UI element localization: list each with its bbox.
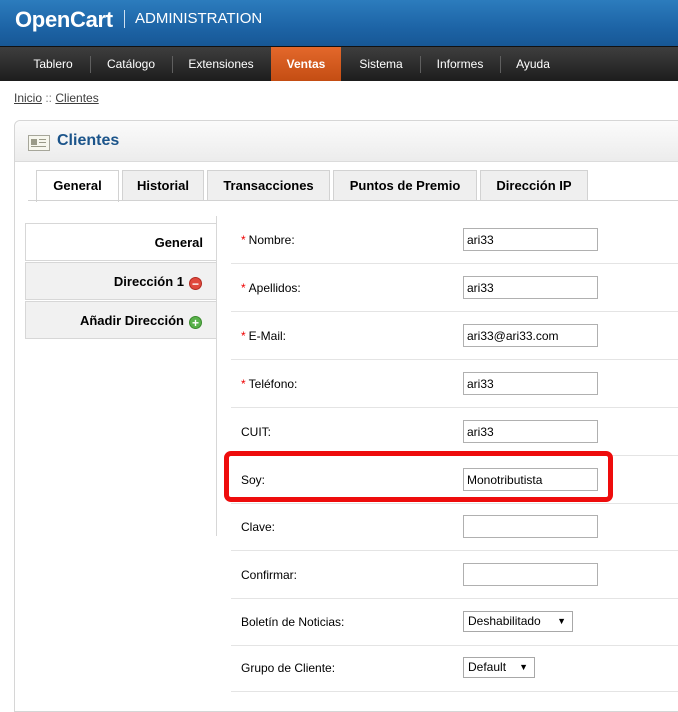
tab-puntos-de-premio[interactable]: Puntos de Premio: [333, 170, 477, 200]
page-title: Clientes: [57, 132, 120, 149]
vtab-anadir-direccion[interactable]: Añadir Dirección +: [25, 301, 217, 339]
row-divider: [231, 359, 678, 360]
boletin-selected-value: Deshabilitado: [468, 614, 541, 628]
dropdown-arrow-icon: ▼: [557, 616, 566, 626]
required-marker: *: [241, 329, 246, 343]
menu-divider: [90, 56, 91, 73]
apellidos-input[interactable]: [463, 276, 598, 299]
opencart-logo[interactable]: OpenCart: [15, 7, 113, 33]
email-label: * E-Mail:: [241, 329, 287, 343]
nombre-label: * Nombre:: [241, 233, 295, 247]
breadcrumb: Inicio :: Clientes: [14, 91, 99, 105]
main-menu: Tablero Catálogo Extensiones Ventas Sist…: [0, 46, 678, 81]
menu-item-extensiones[interactable]: Extensiones: [174, 47, 268, 81]
tabs-baseline: [28, 200, 678, 201]
highlight-box: [224, 451, 613, 502]
nombre-input[interactable]: [463, 228, 598, 251]
vtab-anadir-direccion-label: Añadir Dirección: [79, 313, 184, 328]
row-divider: [231, 407, 678, 408]
menu-divider: [172, 56, 173, 73]
row-divider: [231, 598, 678, 599]
add-icon[interactable]: +: [189, 316, 202, 329]
content-box: Clientes: [14, 120, 678, 712]
vtab-general-label: General: [154, 235, 203, 250]
boletin-label: Boletín de Noticias:: [241, 615, 345, 629]
tab-transacciones[interactable]: Transacciones: [207, 170, 330, 200]
grupo-label: Grupo de Cliente:: [241, 661, 336, 675]
apellidos-label: * Apellidos:: [241, 281, 301, 295]
tab-historial[interactable]: Historial: [122, 170, 204, 200]
confirmar-label: Confirmar:: [241, 568, 298, 582]
header-bar: OpenCart ADMINISTRATION: [0, 0, 678, 46]
required-marker: *: [241, 233, 246, 247]
email-input[interactable]: [463, 324, 598, 347]
menu-item-informes[interactable]: Informes: [422, 47, 498, 81]
admin-subtitle: ADMINISTRATION: [135, 10, 263, 27]
breadcrumb-current-link[interactable]: Clientes: [55, 91, 98, 105]
row-divider: [231, 311, 678, 312]
telefono-label: * Teléfono:: [241, 377, 298, 391]
menu-item-tablero[interactable]: Tablero: [18, 47, 88, 81]
vtabs-divider: [216, 216, 217, 536]
remove-icon[interactable]: −: [189, 277, 202, 290]
menu-item-ayuda[interactable]: Ayuda: [502, 47, 564, 81]
required-marker: *: [241, 281, 246, 295]
row-divider: [231, 691, 678, 692]
box-heading: Clientes: [15, 121, 678, 162]
grupo-select[interactable]: Default ▼: [463, 657, 535, 678]
row-divider: [231, 645, 678, 646]
row-divider: [231, 503, 678, 504]
menu-item-sistema[interactable]: Sistema: [344, 47, 418, 81]
tab-direccion-ip[interactable]: Dirección IP: [480, 170, 588, 200]
menu-item-ventas[interactable]: Ventas: [271, 47, 341, 81]
vtab-direccion-1[interactable]: Dirección 1−: [25, 262, 217, 300]
tab-general[interactable]: General: [36, 170, 119, 202]
grupo-selected-value: Default: [468, 660, 507, 674]
confirmar-input[interactable]: [463, 563, 598, 586]
row-divider: [231, 263, 678, 264]
telefono-input[interactable]: [463, 372, 598, 395]
dropdown-arrow-icon: ▼: [519, 662, 528, 672]
menu-divider: [420, 56, 421, 73]
clave-input[interactable]: [463, 515, 598, 538]
customer-card-icon: [28, 135, 50, 151]
menu-item-catalogo[interactable]: Catálogo: [92, 47, 170, 81]
logo-divider: [124, 10, 125, 28]
menu-divider: [500, 56, 501, 73]
breadcrumb-separator: ::: [42, 91, 56, 105]
cuit-input[interactable]: [463, 420, 598, 443]
cuit-label: CUIT:: [241, 425, 271, 439]
clave-label: Clave:: [241, 520, 276, 534]
required-marker: *: [241, 377, 246, 391]
row-divider: [231, 550, 678, 551]
vtab-general[interactable]: General: [25, 223, 217, 261]
vtab-direccion-1-label: Dirección 1: [113, 274, 184, 289]
breadcrumb-home-link[interactable]: Inicio: [14, 91, 42, 105]
boletin-select[interactable]: Deshabilitado ▼: [463, 611, 573, 632]
